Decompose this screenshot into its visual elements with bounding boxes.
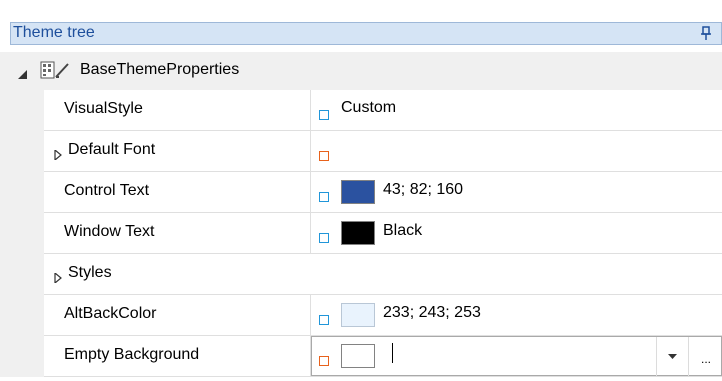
property-row-visualstyle[interactable]: VisualStyle Custom xyxy=(0,90,722,131)
row-margin xyxy=(0,254,44,295)
property-name-cell[interactable]: Window Text xyxy=(44,213,311,254)
property-name: Styles xyxy=(68,264,112,281)
blue-marker-icon xyxy=(319,192,329,202)
property-name: VisualStyle xyxy=(64,100,143,117)
row-margin xyxy=(0,295,44,336)
orange-marker-icon xyxy=(319,151,329,161)
property-name: Control Text xyxy=(64,182,150,199)
category-label: BaseThemeProperties xyxy=(80,61,240,78)
property-value-cell[interactable]: 43; 82; 160 xyxy=(311,172,722,213)
property-value-cell[interactable]: 233; 243; 253 xyxy=(311,295,722,336)
property-sheet-icon xyxy=(38,60,72,80)
dropdown-button[interactable] xyxy=(656,337,688,377)
row-margin xyxy=(0,213,44,254)
expand-triangle-icon[interactable] xyxy=(54,270,62,288)
property-grid: VisualStyle Custom Default Font Control … xyxy=(0,90,722,377)
property-row-styles[interactable]: Styles xyxy=(0,254,722,295)
property-value-cell[interactable] xyxy=(311,131,722,172)
property-value: Custom xyxy=(341,99,397,116)
property-row-control-text[interactable]: Control Text 43; 82; 160 xyxy=(0,172,722,213)
blue-marker-icon xyxy=(319,110,329,120)
property-value: 43; 82; 160 xyxy=(383,181,464,198)
panel-title: Theme tree xyxy=(13,24,95,41)
ellipsis-button[interactable]: ... xyxy=(688,337,722,377)
property-name-cell[interactable]: Empty Background xyxy=(44,336,311,377)
property-value: 233; 243; 253 xyxy=(383,304,481,321)
color-swatch xyxy=(341,303,375,327)
property-name: Default Font xyxy=(68,141,156,158)
collapse-triangle-icon[interactable] xyxy=(18,67,28,85)
property-name: AltBackColor xyxy=(64,305,157,322)
property-name-cell[interactable]: Default Font xyxy=(44,131,311,172)
row-margin xyxy=(0,131,44,172)
property-name-cell[interactable]: AltBackColor xyxy=(44,295,311,336)
row-margin xyxy=(0,172,44,213)
expand-triangle-icon[interactable] xyxy=(54,147,62,165)
property-name-cell[interactable]: Control Text xyxy=(44,172,311,213)
value-edit-field[interactable]: ... xyxy=(311,336,722,377)
color-swatch xyxy=(341,344,375,368)
chevron-down-icon xyxy=(668,354,677,359)
property-name: Empty Background xyxy=(64,346,200,363)
property-row-window-text[interactable]: Window Text Black xyxy=(0,213,722,254)
property-name-cell[interactable]: VisualStyle xyxy=(44,90,311,131)
property-row-altbackcolor[interactable]: AltBackColor 233; 243; 253 xyxy=(0,295,722,336)
pin-icon[interactable] xyxy=(701,26,711,40)
color-swatch xyxy=(341,221,375,245)
blue-marker-icon xyxy=(319,233,329,243)
text-caret xyxy=(392,343,393,363)
property-grid-panel: Theme tree BaseThemeProperties VisualSty… xyxy=(0,0,722,377)
orange-marker-icon xyxy=(319,356,329,366)
category-row-basethemeproperties[interactable]: BaseThemeProperties xyxy=(0,52,722,90)
property-row-empty-background[interactable]: Empty Background ... xyxy=(0,336,722,377)
panel-header: Theme tree xyxy=(10,22,722,45)
property-name-cell[interactable]: Styles xyxy=(44,254,722,295)
row-margin xyxy=(0,90,44,131)
property-value-cell[interactable]: Custom xyxy=(311,90,722,131)
property-value-cell[interactable]: ... xyxy=(311,336,722,377)
color-swatch xyxy=(341,180,375,204)
blue-marker-icon xyxy=(319,315,329,325)
property-name: Window Text xyxy=(64,223,155,240)
property-row-default-font[interactable]: Default Font xyxy=(0,131,722,172)
property-value-cell[interactable]: Black xyxy=(311,213,722,254)
property-value: Black xyxy=(383,222,423,239)
row-margin xyxy=(0,336,44,377)
